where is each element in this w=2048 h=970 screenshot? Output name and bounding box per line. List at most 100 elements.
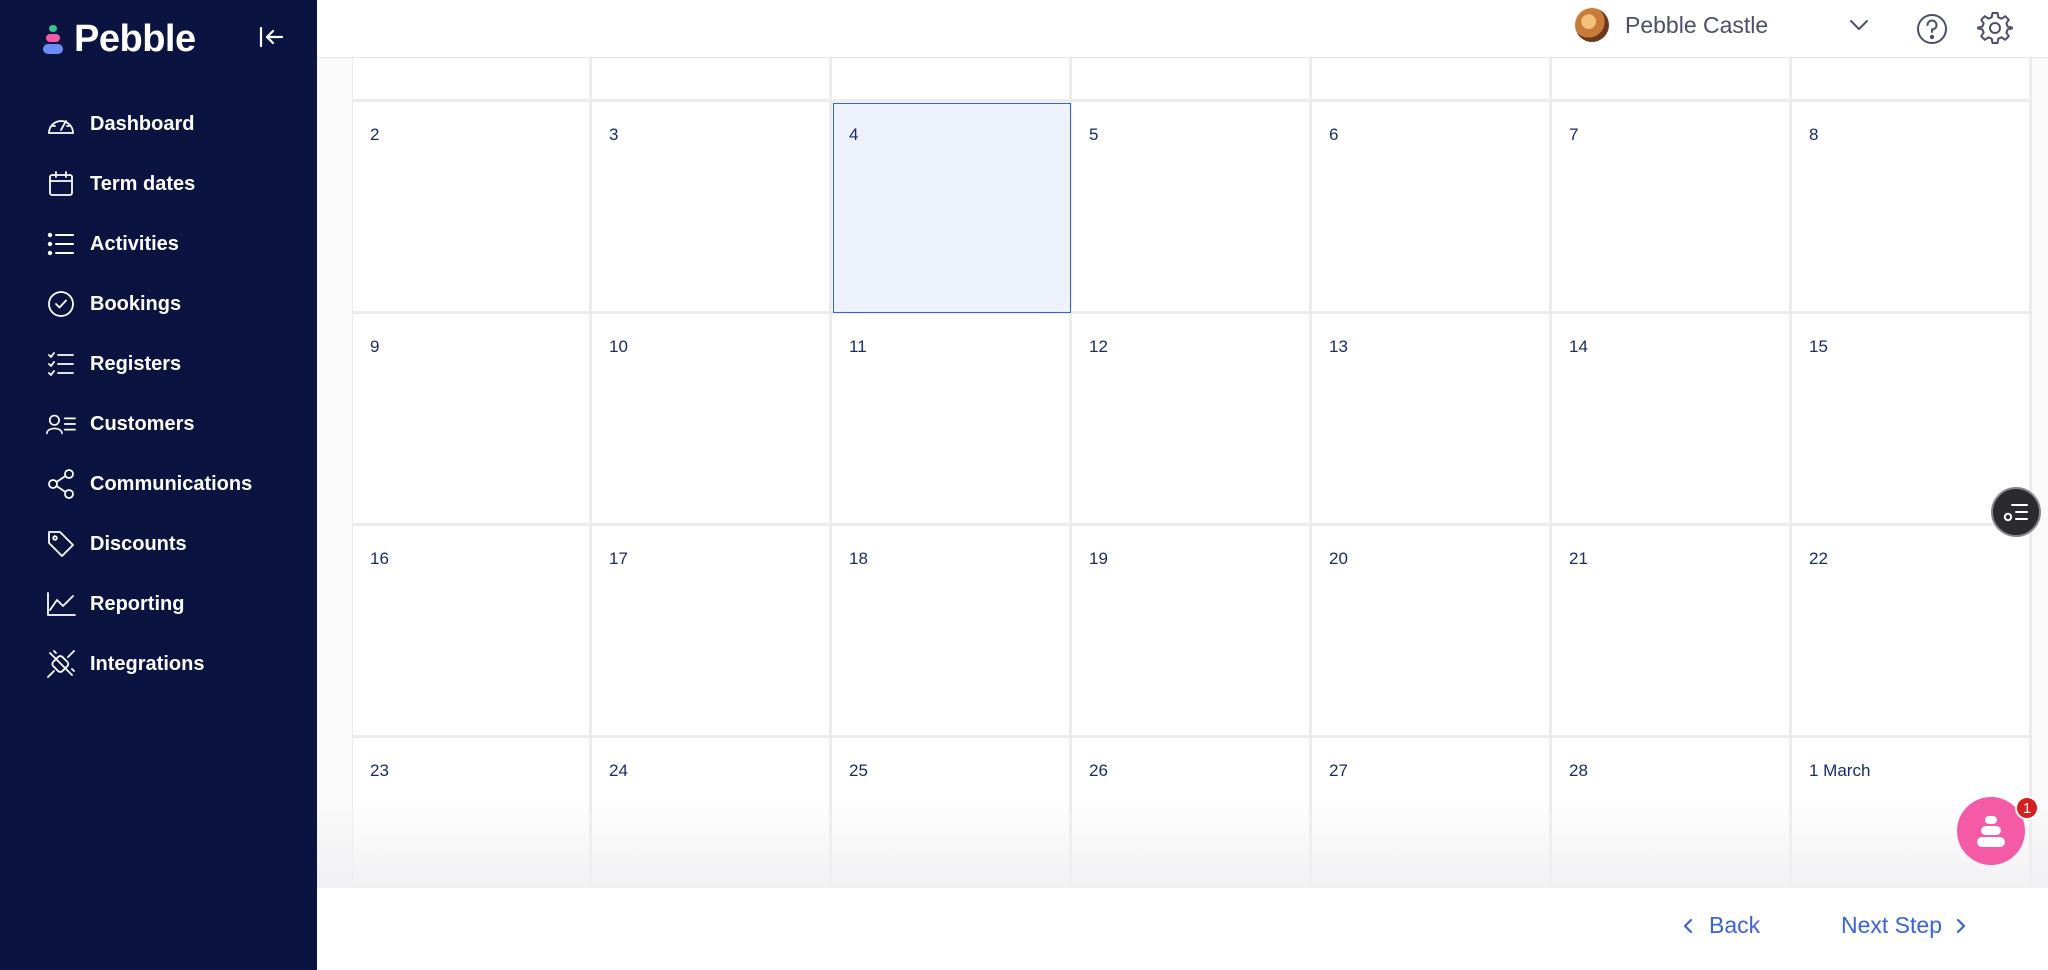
calendar-day-cell[interactable]: 13 bbox=[1312, 314, 1552, 526]
calendar-day-cell[interactable]: 26 bbox=[1072, 738, 1312, 888]
calendar-day-cell[interactable]: 19 bbox=[1072, 526, 1312, 738]
calendar-day-cell[interactable]: 11 bbox=[832, 314, 1072, 526]
calendar-day-cell[interactable] bbox=[1072, 58, 1312, 102]
calendar-day-cell[interactable]: 18 bbox=[832, 526, 1072, 738]
pebble-logo[interactable]: Pebble bbox=[42, 18, 196, 61]
calendar-day-cell[interactable]: 9 bbox=[352, 314, 592, 526]
calendar-day-cell[interactable]: 3 bbox=[592, 102, 832, 314]
sidebar-item-label: Customers bbox=[90, 412, 195, 435]
back-button[interactable]: Back bbox=[1683, 912, 1760, 939]
task-list-icon bbox=[2003, 504, 2028, 522]
collapse-sidebar-button[interactable] bbox=[256, 22, 286, 52]
sidebar-item-label: Activities bbox=[90, 232, 179, 255]
sidebar-item-label: Bookings bbox=[90, 292, 182, 315]
account-switcher[interactable]: Pebble Castle bbox=[1575, 8, 1871, 42]
sidebar-item-reporting[interactable]: Reporting bbox=[0, 574, 317, 634]
calendar-day-cell[interactable] bbox=[592, 58, 832, 102]
sidebar-item-communications[interactable]: Communications bbox=[0, 454, 317, 514]
line-chart-icon bbox=[46, 589, 76, 619]
calendar-day-cell[interactable] bbox=[1312, 58, 1552, 102]
day-number: 10 bbox=[609, 337, 628, 356]
calendar-week-row: 9 10 11 12 13 14 15 bbox=[352, 314, 2033, 526]
pebble-logo-mark-icon bbox=[42, 22, 64, 58]
calendar-grid: 2 3 4 5 6 7 8 9 10 11 12 13 14 15 16 17 … bbox=[352, 58, 2033, 888]
day-number: 27 bbox=[1329, 761, 1348, 780]
calendar-day-cell[interactable]: 12 bbox=[1072, 314, 1312, 526]
user-list-icon bbox=[46, 409, 76, 439]
calendar-day-cell[interactable] bbox=[1552, 58, 1792, 102]
calendar-day-cell[interactable]: 28 bbox=[1552, 738, 1792, 888]
calendar-day-cell[interactable]: 10 bbox=[592, 314, 832, 526]
settings-button[interactable] bbox=[1977, 10, 2013, 46]
sidebar-item-activities[interactable]: Activities bbox=[0, 214, 317, 274]
day-number: 20 bbox=[1329, 549, 1348, 568]
day-number: 28 bbox=[1569, 761, 1588, 780]
calendar-day-cell[interactable]: 24 bbox=[592, 738, 832, 888]
day-number: 13 bbox=[1329, 337, 1348, 356]
calendar-day-cell[interactable]: 14 bbox=[1552, 314, 1792, 526]
top-bar: Pebble Castle bbox=[317, 0, 2048, 58]
sidebar-item-discounts[interactable]: Discounts bbox=[0, 514, 317, 574]
calendar-day-cell[interactable]: 8 bbox=[1792, 102, 2032, 314]
help-icon bbox=[1917, 14, 1947, 44]
day-number: 2 bbox=[370, 125, 380, 144]
calendar-day-cell[interactable]: 17 bbox=[592, 526, 832, 738]
calendar-day-cell-selected[interactable]: 4 bbox=[832, 102, 1072, 314]
help-button[interactable] bbox=[1915, 12, 1949, 46]
day-number: 23 bbox=[370, 761, 389, 780]
chevron-right-icon bbox=[1956, 918, 1966, 933]
checklist-widget-button[interactable] bbox=[1991, 487, 2041, 537]
sidebar-item-dashboard[interactable]: Dashboard bbox=[0, 94, 317, 154]
calendar-day-cell[interactable]: 23 bbox=[352, 738, 592, 888]
sidebar-item-label: Discounts bbox=[90, 532, 187, 555]
account-name: Pebble Castle bbox=[1625, 11, 1769, 38]
sidebar-item-label: Dashboard bbox=[90, 112, 195, 135]
calendar-day-cell[interactable]: 22 bbox=[1792, 526, 2032, 738]
sidebar-item-integrations[interactable]: Integrations bbox=[0, 634, 317, 694]
calendar-day-cell[interactable]: 25 bbox=[832, 738, 1072, 888]
tag-icon bbox=[46, 529, 76, 559]
day-number: 25 bbox=[849, 761, 868, 780]
collapse-left-icon bbox=[259, 26, 284, 48]
sidebar-item-label: Integrations bbox=[90, 652, 205, 675]
calendar-day-cell[interactable]: 2 bbox=[352, 102, 592, 314]
day-number: 7 bbox=[1569, 125, 1579, 144]
calendar-day-cell[interactable]: 21 bbox=[1552, 526, 1792, 738]
calendar-day-cell[interactable]: 20 bbox=[1312, 526, 1552, 738]
sidebar-item-registers[interactable]: Registers bbox=[0, 334, 317, 394]
sidebar-item-term-dates[interactable]: Term dates bbox=[0, 154, 317, 214]
day-number: 15 bbox=[1809, 337, 1828, 356]
calendar-day-cell[interactable]: 16 bbox=[352, 526, 592, 738]
calendar-day-cell[interactable]: 15 bbox=[1792, 314, 2032, 526]
plug-icon bbox=[46, 649, 76, 679]
next-step-button[interactable]: Next Step bbox=[1841, 912, 1966, 939]
day-number: 9 bbox=[370, 337, 380, 356]
sidebar: Pebble Dashboard Term dates Activities B… bbox=[0, 0, 317, 970]
check-circle-icon bbox=[46, 289, 76, 319]
calendar-day-cell[interactable] bbox=[1792, 58, 2032, 102]
calendar-day-cell[interactable]: 5 bbox=[1072, 102, 1312, 314]
day-number: 26 bbox=[1089, 761, 1108, 780]
sidebar-nav: Dashboard Term dates Activities Bookings… bbox=[0, 94, 317, 694]
calendar-day-cell[interactable]: 7 bbox=[1552, 102, 1792, 314]
calendar-day-cell[interactable] bbox=[832, 58, 1072, 102]
gear-icon bbox=[1977, 12, 2013, 44]
chevron-down-icon[interactable] bbox=[1847, 13, 1871, 37]
calendar-day-cell[interactable]: 27 bbox=[1312, 738, 1552, 888]
day-number: 21 bbox=[1569, 549, 1588, 568]
next-step-button-label: Next Step bbox=[1841, 912, 1942, 938]
day-number: 17 bbox=[609, 549, 628, 568]
calendar-day-cell[interactable]: 6 bbox=[1312, 102, 1552, 314]
day-number: 3 bbox=[609, 125, 619, 144]
sidebar-item-label: Communications bbox=[90, 472, 253, 495]
sidebar-item-label: Registers bbox=[90, 352, 182, 375]
calendar-week-row bbox=[352, 58, 2033, 102]
day-number: 19 bbox=[1089, 549, 1108, 568]
calendar-icon bbox=[46, 169, 76, 199]
sidebar-item-bookings[interactable]: Bookings bbox=[0, 274, 317, 334]
list-icon bbox=[46, 229, 76, 259]
day-number: 24 bbox=[609, 761, 628, 780]
calendar-day-cell[interactable] bbox=[352, 58, 592, 102]
chevron-left-icon bbox=[1683, 918, 1693, 933]
sidebar-item-customers[interactable]: Customers bbox=[0, 394, 317, 454]
